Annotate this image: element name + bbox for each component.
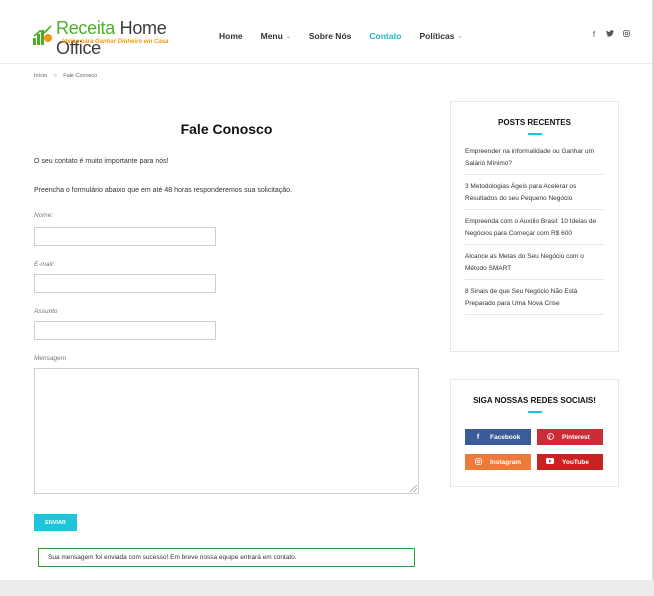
instagram-button[interactable]: Instagram — [465, 454, 531, 470]
intro-text-2: Preencha o formulário abaixo que em até … — [34, 187, 292, 194]
logo-tagline: Ideias para Ganhar Dinheiro em Casa — [62, 39, 169, 45]
nav-item-sobre-nos[interactable]: Sobre Nós — [309, 31, 352, 41]
title-underline — [528, 411, 542, 413]
youtube-button[interactable]: YouTube — [537, 454, 603, 470]
nav-item-menu[interactable]: Menu ⌄ — [261, 31, 291, 41]
email-field[interactable] — [34, 274, 216, 293]
logo-chart-icon — [33, 25, 52, 45]
nav-item-home[interactable]: Home — [219, 31, 243, 41]
site-logo[interactable]: Receita Home Office Ideias para Ganhar D… — [32, 18, 202, 58]
breadcrumb-current: Fale Conosco — [63, 73, 98, 79]
recent-posts-title: POSTS RECENTES — [498, 118, 571, 127]
subject-label: Assunto — [34, 308, 58, 315]
nav-label: Contato — [369, 31, 402, 41]
logo-word-1: Receita — [56, 18, 115, 38]
youtube-label: YouTube — [562, 458, 589, 466]
nav-item-contato[interactable]: Contato — [369, 31, 401, 41]
breadcrumb-separator: » — [53, 73, 57, 79]
pinterest-icon — [545, 432, 555, 442]
name-label: Nome: — [34, 212, 54, 219]
subject-field[interactable] — [34, 321, 216, 340]
resize-handle[interactable] — [410, 485, 417, 492]
recent-post-link[interactable]: 8 Sinais de que Seu Negócio Não Está Pre… — [465, 280, 604, 315]
pinterest-label: Pinterest — [562, 433, 590, 441]
title-underline — [528, 133, 542, 135]
chevron-down-icon: ⌄ — [285, 33, 291, 40]
recent-post-link[interactable]: 3 Metodologias Ágeis para Acelerar os Re… — [465, 175, 604, 210]
nav-label: Políticas — [419, 31, 455, 41]
nav-label: Menu — [260, 31, 283, 41]
site-header: Receita Home Office Ideias para Ganhar D… — [0, 0, 652, 64]
youtube-icon — [545, 458, 555, 466]
recent-posts-list: Empreender na informalidade ou Ganhar um… — [465, 140, 604, 315]
recent-post-link[interactable]: Empreenda com o Auxílio Brasil: 10 Ideia… — [465, 210, 604, 245]
logo-title: Receita Home Office — [56, 18, 202, 58]
nav-item-politicas[interactable]: Políticas ⌄ — [419, 31, 462, 41]
header-social-links: f — [590, 30, 630, 39]
social-widget-title: SIGA NOSSAS REDES SOCIAIS! — [473, 396, 596, 405]
social-widget: SIGA NOSSAS REDES SOCIAIS! f Facebook Pi… — [450, 379, 619, 487]
email-label: E-mail: — [34, 261, 55, 268]
breadcrumb-home[interactable]: Início — [34, 73, 47, 79]
page-title: Fale Conosco — [180, 121, 273, 137]
instagram-icon[interactable] — [622, 30, 630, 39]
nav-label: Sobre Nós — [308, 31, 352, 41]
message-label: Mensagem — [34, 355, 67, 362]
facebook-icon: f — [476, 433, 480, 441]
instagram-label: Instagram — [490, 458, 522, 466]
success-message: Sua mensagem foi enviada com sucesso! Em… — [38, 548, 415, 567]
footer-band — [0, 580, 654, 596]
recent-post-link[interactable]: Empreender na informalidade ou Ganhar um… — [465, 140, 604, 175]
intro-text-1: O seu contato é muito importante para nó… — [34, 158, 169, 165]
chevron-down-icon: ⌄ — [457, 33, 463, 40]
facebook-label: Facebook — [490, 433, 521, 441]
facebook-icon[interactable]: f — [590, 30, 598, 39]
instagram-icon — [473, 457, 483, 467]
twitter-icon[interactable] — [606, 30, 614, 39]
breadcrumb: Início » Fale Conosco — [34, 73, 97, 79]
recent-post-link[interactable]: Alcance as Metas do Seu Negócio com o Mé… — [465, 245, 604, 280]
pinterest-button[interactable]: Pinterest — [537, 429, 603, 445]
name-field[interactable] — [34, 227, 216, 246]
recent-posts-widget: POSTS RECENTES Empreender na informalida… — [450, 101, 619, 352]
submit-button[interactable]: ENVIAR — [34, 514, 77, 531]
main-nav: Home Menu ⌄ Sobre Nós Contato Políticas … — [219, 31, 480, 41]
nav-label: Home — [219, 31, 243, 41]
message-field[interactable] — [34, 368, 419, 494]
facebook-button[interactable]: f Facebook — [465, 429, 531, 445]
